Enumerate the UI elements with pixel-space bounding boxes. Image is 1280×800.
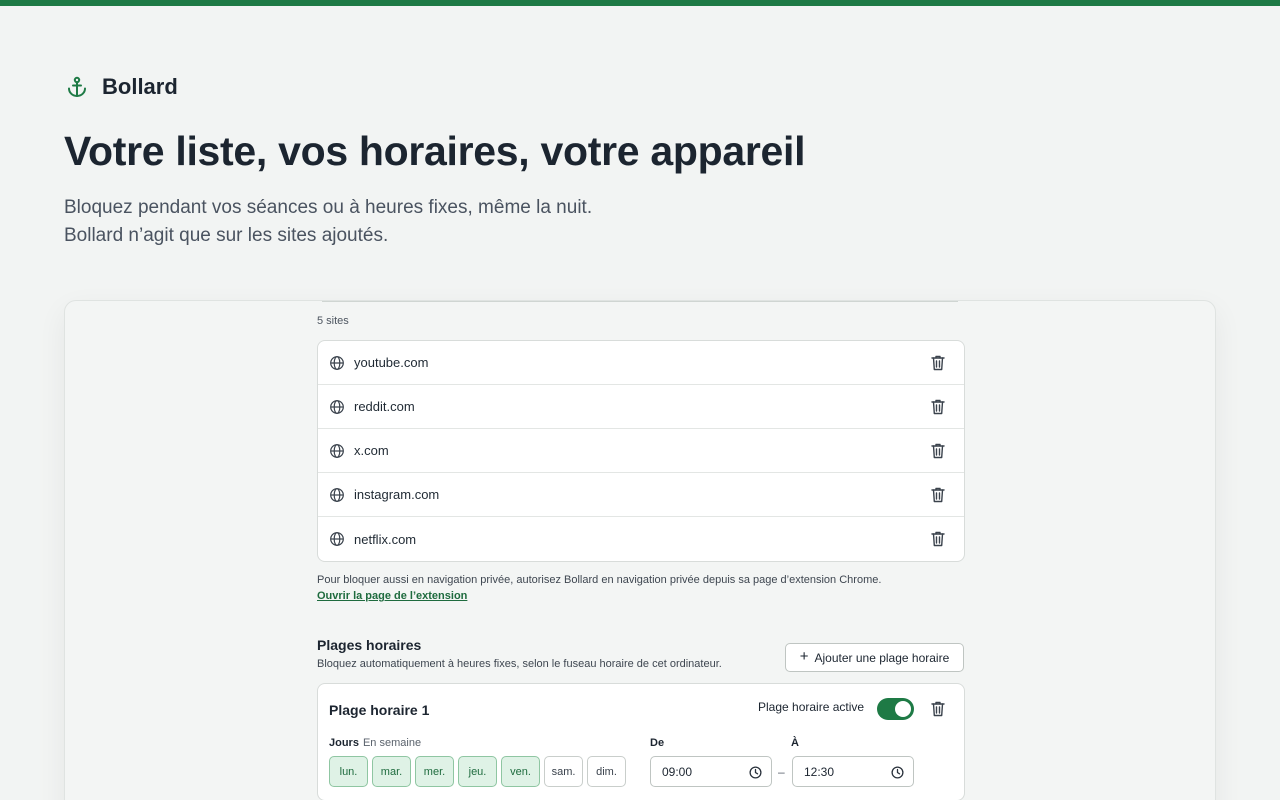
clock-icon bbox=[891, 766, 904, 779]
incognito-note: Pour bloquer aussi en navigation privée,… bbox=[317, 574, 882, 586]
day-selector: lun. mar. mer. jeu. ven. sam. dim. bbox=[329, 756, 626, 787]
site-domain: instagram.com bbox=[354, 487, 440, 502]
site-domain: x.com bbox=[354, 443, 389, 458]
day-toggle[interactable]: dim. bbox=[587, 756, 626, 787]
settings-panel: 5 sites youtube.com reddit.com x.com instag… bbox=[64, 300, 1216, 800]
schedules-subtitle: Bloquez automatiquement à heures fixes, … bbox=[317, 658, 722, 670]
anchor-icon bbox=[64, 74, 90, 100]
toggle-knob bbox=[895, 701, 911, 717]
to-label: À bbox=[791, 737, 799, 749]
site-domain: youtube.com bbox=[354, 355, 429, 370]
delete-schedule-icon[interactable] bbox=[930, 700, 946, 718]
days-label: Jours En semaine bbox=[329, 737, 421, 749]
globe-icon bbox=[329, 531, 345, 547]
days-hint: En semaine bbox=[362, 737, 422, 749]
top-accent-bar bbox=[0, 0, 1280, 6]
site-row: x.com bbox=[318, 429, 964, 473]
to-time-value: 12:30 bbox=[804, 765, 835, 779]
to-time-input[interactable]: 12:30 bbox=[792, 756, 914, 787]
open-extension-page-link[interactable]: Ouvrir la page de l’extension bbox=[317, 590, 467, 602]
clock-icon bbox=[749, 766, 762, 779]
subtitle-line-1: Bloquez pendant vos séances ou à heures … bbox=[64, 197, 593, 218]
panel-divider bbox=[322, 301, 958, 302]
add-schedule-button[interactable]: + Ajouter une plage horaire bbox=[785, 643, 964, 672]
days-label-text: Jours bbox=[329, 737, 359, 749]
site-row: netflix.com bbox=[318, 517, 964, 561]
schedule-name: Plage horaire 1 bbox=[329, 702, 430, 718]
site-row: instagram.com bbox=[318, 473, 964, 517]
day-toggle[interactable]: mer. bbox=[415, 756, 454, 787]
delete-site-icon[interactable] bbox=[930, 398, 946, 416]
globe-icon bbox=[329, 399, 345, 415]
site-count: 5 sites bbox=[317, 315, 349, 327]
delete-site-icon[interactable] bbox=[930, 530, 946, 548]
add-schedule-label: Ajouter une plage horaire bbox=[814, 650, 950, 665]
site-row: youtube.com bbox=[318, 341, 964, 385]
schedule-card: Plage horaire 1 Plage horaire active Jou… bbox=[317, 683, 965, 800]
day-toggle[interactable]: sam. bbox=[544, 756, 583, 787]
site-domain: netflix.com bbox=[354, 531, 417, 547]
globe-icon bbox=[329, 487, 345, 503]
subtitle-line-2: Bollard n’agit que sur les sites ajoutés… bbox=[64, 225, 389, 246]
site-list: youtube.com reddit.com x.com instagram.com n… bbox=[317, 340, 965, 562]
brand: Bollard bbox=[64, 74, 178, 100]
brand-name: Bollard bbox=[102, 74, 178, 99]
globe-icon bbox=[329, 355, 345, 371]
day-toggle[interactable]: lun. bbox=[329, 756, 368, 787]
day-toggle[interactable]: mar. bbox=[372, 756, 411, 787]
schedule-active-toggle[interactable] bbox=[877, 698, 914, 720]
plus-icon: + bbox=[799, 648, 809, 665]
from-label: De bbox=[650, 737, 665, 749]
schedules-title: Plages horaires bbox=[317, 637, 422, 653]
delete-site-icon[interactable] bbox=[930, 442, 946, 460]
time-separator: – bbox=[778, 765, 785, 779]
from-time-value: 09:00 bbox=[662, 765, 693, 779]
day-toggle[interactable]: jeu. bbox=[458, 756, 497, 787]
delete-site-icon[interactable] bbox=[930, 354, 946, 372]
day-toggle[interactable]: ven. bbox=[501, 756, 540, 787]
from-time-input[interactable]: 09:00 bbox=[650, 756, 772, 787]
site-row: reddit.com bbox=[318, 385, 964, 429]
schedule-active-label: Plage horaire active bbox=[758, 700, 865, 714]
delete-site-icon[interactable] bbox=[930, 486, 946, 504]
page-title: Votre liste, vos horaires, votre apparei… bbox=[64, 128, 806, 174]
page-subtitle: Bloquez pendant vos séances ou à heures … bbox=[64, 194, 592, 250]
globe-icon bbox=[329, 443, 345, 459]
site-domain: reddit.com bbox=[354, 399, 415, 414]
